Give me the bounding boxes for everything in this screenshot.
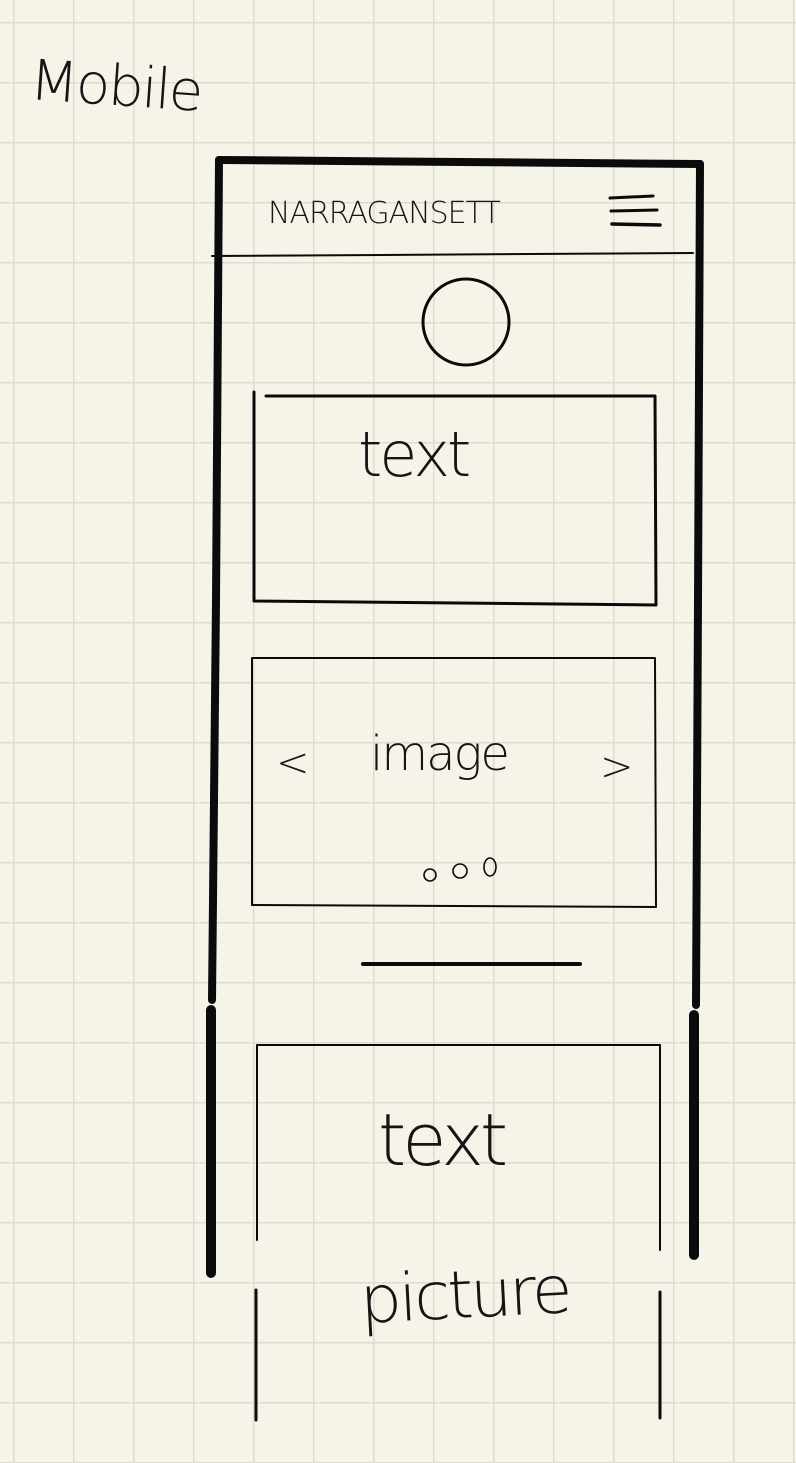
- circle-logo-icon: [421, 277, 511, 367]
- text-box-1-label: text: [358, 418, 471, 491]
- carousel-dot-2[interactable]: [452, 863, 468, 879]
- header-divider: [211, 252, 694, 257]
- hamburger-menu-icon[interactable]: [608, 194, 662, 227]
- carousel-next-arrow[interactable]: >: [600, 744, 634, 790]
- phone-frame-left: [208, 156, 223, 1004]
- phone-frame-right: [692, 160, 704, 1009]
- carousel-prev-arrow[interactable]: <: [276, 740, 310, 786]
- header-brand: NARRAGANSETT: [268, 196, 501, 231]
- section-2-text-label: text: [378, 1098, 508, 1182]
- carousel-dot-3[interactable]: [483, 857, 497, 877]
- carousel-dots: [423, 857, 497, 882]
- phone-frame-top: [215, 156, 704, 168]
- carousel-image-label: image: [370, 726, 510, 782]
- carousel-dot-1[interactable]: [423, 868, 437, 882]
- carousel-box-border: [251, 657, 657, 908]
- page-title: Mobile: [27, 48, 204, 125]
- section-2-picture-label: picture: [357, 1251, 572, 1339]
